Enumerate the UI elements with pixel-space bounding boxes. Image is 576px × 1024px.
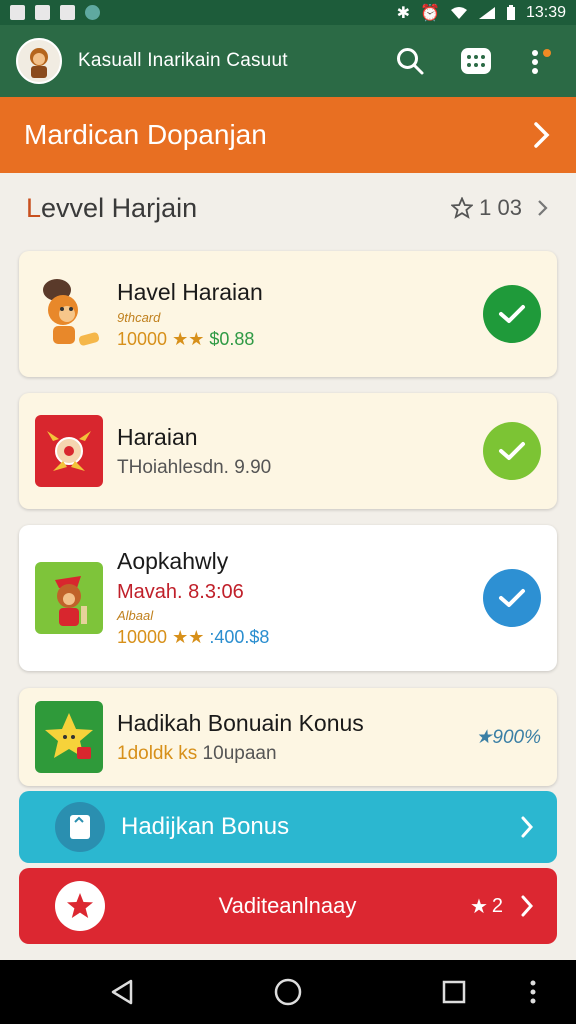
- star-outline-icon: [451, 197, 474, 219]
- overflow-menu-button[interactable]: [524, 43, 560, 79]
- bonus-icon-wrap: [55, 802, 105, 852]
- shield-notification-icon: [60, 5, 75, 20]
- check-icon: [499, 305, 525, 323]
- back-icon[interactable]: [109, 978, 135, 1006]
- coin-star-icon: ★★: [172, 627, 205, 647]
- grid-icon: [461, 48, 491, 74]
- completed-check[interactable]: [483, 569, 541, 627]
- recents-icon[interactable]: [441, 979, 467, 1005]
- search-icon: [397, 48, 424, 75]
- list-item[interactable]: Aopkahwly Mavah. 8.3:06 Albaal 10000 ★★ …: [19, 525, 557, 671]
- gallery-notification-icon: [10, 5, 25, 20]
- alarm-icon: ⏰: [420, 4, 440, 22]
- star-small-icon: ★: [469, 895, 488, 918]
- item-description: THoiahlesdn. 9.90: [117, 456, 272, 478]
- item-title: Havel Haraian: [117, 278, 263, 305]
- cell-signal-icon: [478, 6, 495, 19]
- grid-menu-button[interactable]: [458, 43, 494, 79]
- check-icon: [499, 589, 525, 607]
- completed-check[interactable]: [483, 285, 541, 343]
- banner-title: Mardican Dopanjan: [24, 119, 267, 150]
- status-time: 13:39: [525, 3, 566, 21]
- document-icon: [70, 815, 90, 839]
- monkey-thumbnail: [35, 278, 103, 350]
- chevron-right-icon: [538, 200, 548, 216]
- list-item[interactable]: Havel Haraian 9thcard 10000 ★★ $0.88: [19, 251, 557, 377]
- item-price: 10000 ★★ $0.88: [117, 328, 255, 349]
- item-title: Haraian: [117, 423, 198, 450]
- level-title: Levvel Harjain: [26, 192, 198, 223]
- bonus-button-label: Hadijkan Bonus: [121, 813, 290, 840]
- star-thumbnail: [35, 701, 103, 773]
- photo-notification-icon: [35, 5, 50, 20]
- item-price: 10000 ★★ :400.$8: [117, 627, 270, 647]
- bonus-button[interactable]: Hadijkan Bonus: [19, 791, 557, 863]
- system-nav-bar: [0, 960, 576, 1024]
- wifi-icon: [450, 6, 467, 19]
- item-highlight: Mavah. 8.3:06: [117, 581, 244, 603]
- daily-icon-wrap: [55, 881, 105, 931]
- item-subtitle: Albaal: [117, 608, 154, 623]
- check-icon: [499, 442, 525, 460]
- daily-button-label: Vaditeanlnaay: [218, 893, 357, 918]
- home-icon[interactable]: [273, 977, 303, 1007]
- app-notification-icon: [85, 5, 100, 20]
- daily-reward-button[interactable]: Vaditeanlnaay ★ 2: [19, 868, 557, 944]
- bonus-percentage: ★900%: [475, 726, 541, 748]
- more-vertical-icon: [532, 49, 551, 74]
- item-title: Hadikah Bonuain Konus: [117, 709, 364, 736]
- level-header[interactable]: Levvel Harjain 1 03: [0, 180, 576, 236]
- app-title: Kasuall Inarikain Casuut: [78, 50, 288, 71]
- bluetooth-icon: ✱: [396, 4, 411, 22]
- chevron-right-icon: [521, 895, 534, 917]
- chevron-right-icon: [521, 816, 534, 838]
- badge-thumbnail: [35, 415, 103, 487]
- status-bar: ✱ ⏰ 13:39: [0, 0, 576, 25]
- list-item[interactable]: Hadikah Bonuain Konus 1doldk ks 10upaan …: [19, 688, 557, 786]
- star-small-icon: ★: [475, 726, 493, 748]
- monkey-thumbnail: [35, 562, 103, 634]
- star-icon: [67, 893, 93, 918]
- completed-check[interactable]: [483, 422, 541, 480]
- search-button[interactable]: [392, 43, 428, 79]
- avatar[interactable]: [16, 38, 62, 84]
- coin-star-icon: ★★: [172, 328, 205, 349]
- promo-banner[interactable]: Mardican Dopanjan: [0, 97, 576, 173]
- item-description: 1doldk ks 10upaan: [117, 742, 277, 764]
- item-subtitle: 9thcard: [117, 309, 161, 325]
- daily-count: ★ 2: [469, 894, 503, 918]
- level-meta-value: 1 03: [479, 195, 522, 220]
- chevron-right-icon: [534, 122, 550, 148]
- battery-icon: [506, 4, 515, 20]
- item-title: Aopkahwly: [117, 548, 229, 574]
- list-item[interactable]: Haraian THoiahlesdn. 9.90: [19, 393, 557, 509]
- app-bar: Kasuall Inarikain Casuut: [0, 25, 576, 97]
- more-vertical-icon[interactable]: [528, 979, 538, 1005]
